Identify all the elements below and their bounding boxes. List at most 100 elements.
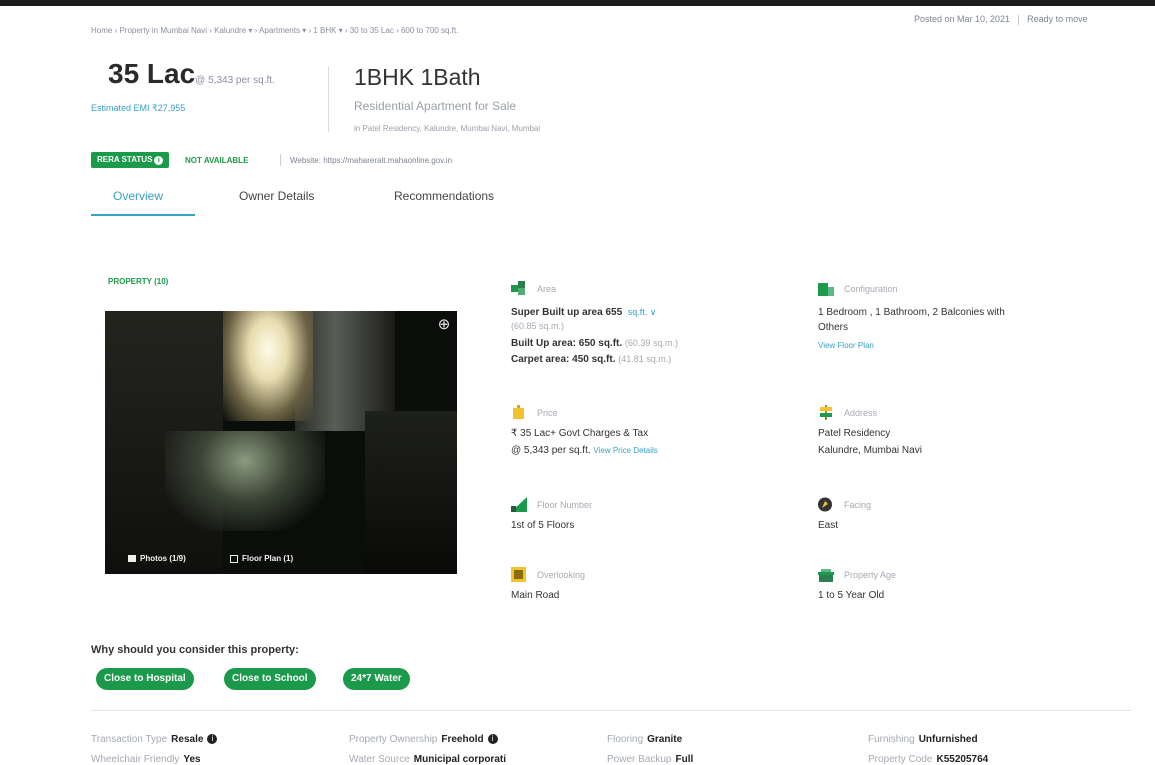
unit-dropdown[interactable]: sq.ft. ∨ bbox=[628, 307, 657, 317]
tab-owner-details[interactable]: Owner Details bbox=[239, 189, 314, 203]
posted-divider bbox=[1018, 14, 1020, 25]
spec-key: Transaction Type bbox=[91, 734, 168, 745]
spec-value: Yes bbox=[183, 754, 201, 765]
breadcrumb[interactable]: Home › Property in Mumbai Navi › Kalundr… bbox=[91, 26, 458, 35]
super-area-sqm-value: (60.85 sq.m.) bbox=[511, 321, 565, 331]
section-divider bbox=[91, 710, 1131, 711]
highlight-24x7-water[interactable]: 24*7 Water bbox=[343, 668, 410, 690]
spec-key: Property Code bbox=[868, 754, 933, 765]
address-line1: Patel Residency bbox=[818, 428, 891, 439]
info-icon[interactable]: i bbox=[207, 734, 218, 745]
carpet-area: Carpet area: 450 sq.ft. (41.81 sq.m.) bbox=[511, 354, 671, 365]
posted-date: Posted on Mar 10, 2021 bbox=[914, 14, 1011, 24]
built-area-value: Built Up area: 650 sq.ft. bbox=[511, 338, 623, 349]
spec-property-code: Property Code K55205764 bbox=[868, 754, 988, 765]
info-icon[interactable]: i bbox=[154, 156, 164, 165]
tab-recommendations[interactable]: Recommendations bbox=[394, 189, 494, 203]
floor-number-label: Floor Number bbox=[537, 500, 593, 510]
header-divider bbox=[328, 66, 329, 132]
why-consider-title: Why should you consider this property: bbox=[91, 644, 299, 656]
photos-label: Photos (1/9) bbox=[140, 554, 186, 563]
window-icon bbox=[511, 567, 526, 582]
view-floor-plan-label[interactable]: View Floor Plan bbox=[818, 341, 874, 350]
spec-value: Municipal corporati bbox=[413, 754, 506, 765]
gallery-title: PROPERTY (10) bbox=[108, 277, 169, 286]
spec-key: Wheelchair Friendly bbox=[91, 754, 180, 765]
active-tab-indicator bbox=[91, 214, 195, 216]
photos-button[interactable]: Photos (1/9) bbox=[128, 554, 186, 563]
spec-key: Flooring bbox=[607, 734, 644, 745]
detail-price: Price ₹ 35 Lac+ Govt Charges & Tax @ 5,3… bbox=[511, 405, 791, 465]
address-label: Address bbox=[844, 408, 878, 418]
emi-link[interactable]: Estimated EMI ₹27,955 bbox=[91, 103, 185, 114]
area-icon bbox=[511, 281, 525, 295]
floor-number-value: 1st of 5 Floors bbox=[511, 520, 575, 531]
detail-area: Area Super Built up area 655 sq.ft. ∨ (6… bbox=[511, 281, 791, 376]
spec-key: Power Backup bbox=[607, 754, 672, 765]
detail-property-age: Property Age 1 to 5 Year Old bbox=[818, 567, 1098, 607]
view-price-details-link[interactable]: View Price Details bbox=[593, 446, 657, 455]
highlight-close-to-school[interactable]: Close to School bbox=[224, 668, 316, 690]
tab-overview[interactable]: Overview bbox=[113, 189, 163, 203]
photo-scene bbox=[223, 311, 313, 421]
property-age-value: 1 to 5 Year Old bbox=[818, 590, 885, 601]
overlooking-label: Overlooking bbox=[537, 570, 586, 580]
configuration-label: Configuration bbox=[844, 284, 898, 294]
spec-furnishing: Furnishing Unfurnished bbox=[868, 734, 978, 745]
facing-label: Facing bbox=[844, 500, 872, 510]
rera-divider bbox=[280, 154, 281, 166]
configuration-line1: 1 Bedroom , 1 Bathroom, 2 Balconies with bbox=[818, 307, 1005, 318]
spec-property-ownership: Property Ownership Freehold i bbox=[349, 734, 498, 745]
rera-badge: RERA STATUS i bbox=[91, 152, 170, 168]
zoom-icon[interactable]: ⊕ bbox=[435, 316, 453, 334]
price-line1: ₹ 35 Lac+ Govt Charges & Tax bbox=[511, 428, 649, 439]
property-subtitle: Residential Apartment for Sale bbox=[354, 99, 517, 113]
property-photo[interactable]: ⊕ Photos (1/9) Floor Plan (1) bbox=[105, 311, 457, 574]
carpet-area-value: Carpet area: 450 sq.ft. bbox=[511, 354, 616, 365]
rera-website-link[interactable]: Website: https://maharerait.mahaonline.g… bbox=[290, 156, 452, 165]
spec-value: Granite bbox=[647, 734, 683, 745]
info-icon[interactable]: i bbox=[487, 734, 498, 745]
price-per-sqft: @ 5,343 per sq.ft. bbox=[195, 75, 275, 86]
highlight-close-to-hospital[interactable]: Close to Hospital bbox=[96, 668, 194, 690]
detail-configuration: Configuration 1 Bedroom , 1 Bathroom, 2 … bbox=[818, 281, 1118, 361]
spec-flooring: Flooring Granite bbox=[607, 734, 682, 745]
signpost-icon bbox=[820, 405, 832, 420]
building-icon bbox=[818, 569, 834, 582]
property-age-label: Property Age bbox=[844, 570, 897, 580]
spec-key: Water Source bbox=[349, 754, 410, 765]
spec-value: Full bbox=[675, 754, 694, 765]
floor-plan-label: Floor Plan (1) bbox=[242, 554, 294, 563]
spec-value: K55205764 bbox=[936, 754, 989, 765]
price-value: 35 Lac bbox=[108, 58, 196, 89]
floor-plan-icon bbox=[230, 554, 238, 563]
address-line2: Kalundre, Mumbai Navi bbox=[818, 445, 922, 456]
property-locality: in Patel Residency, Kalundre, Mumbai Nav… bbox=[354, 124, 541, 133]
spec-key: Property Ownership bbox=[349, 734, 438, 745]
view-floor-plan-link[interactable]: View Floor Plan bbox=[818, 340, 874, 351]
price-label: Price bbox=[537, 408, 558, 418]
spec-transaction-type: Transaction Type Resale i bbox=[91, 734, 218, 745]
spec-value: Freehold bbox=[441, 734, 484, 745]
floor-plan-button[interactable]: Floor Plan (1) bbox=[230, 554, 293, 563]
built-area-sqm: (60.39 sq.m.) bbox=[624, 338, 678, 348]
configuration-icon bbox=[818, 283, 834, 296]
spec-key: Furnishing bbox=[868, 734, 915, 745]
price-per-sqft-detail: @ 5,343 per sq.ft. bbox=[511, 445, 591, 456]
page-title: 1BHK 1Bath bbox=[354, 64, 481, 90]
compass-icon bbox=[818, 497, 832, 512]
facing-value: East bbox=[818, 520, 839, 531]
detail-overlooking: Overlooking Main Road bbox=[511, 567, 791, 607]
floor-icon bbox=[511, 497, 527, 512]
photo-scene bbox=[165, 431, 325, 531]
overlooking-value: Main Road bbox=[511, 590, 560, 601]
carpet-area-sqm: (41.81 sq.m.) bbox=[618, 354, 672, 364]
super-area: Super Built up area 655 sq.ft. ∨ bbox=[511, 307, 656, 318]
price-block: 35 Lac@ 5,343 per sq.ft. bbox=[108, 58, 275, 90]
image-icon bbox=[128, 555, 136, 563]
rera-status: NOT AVAILABLE bbox=[185, 156, 249, 165]
super-area-value: Super Built up area 655 bbox=[511, 307, 623, 318]
possession-status: Ready to move bbox=[1027, 14, 1088, 24]
posted-info: Posted on Mar 10, 2021 Ready to move bbox=[914, 14, 1088, 25]
spec-value: Unfurnished bbox=[918, 734, 978, 745]
